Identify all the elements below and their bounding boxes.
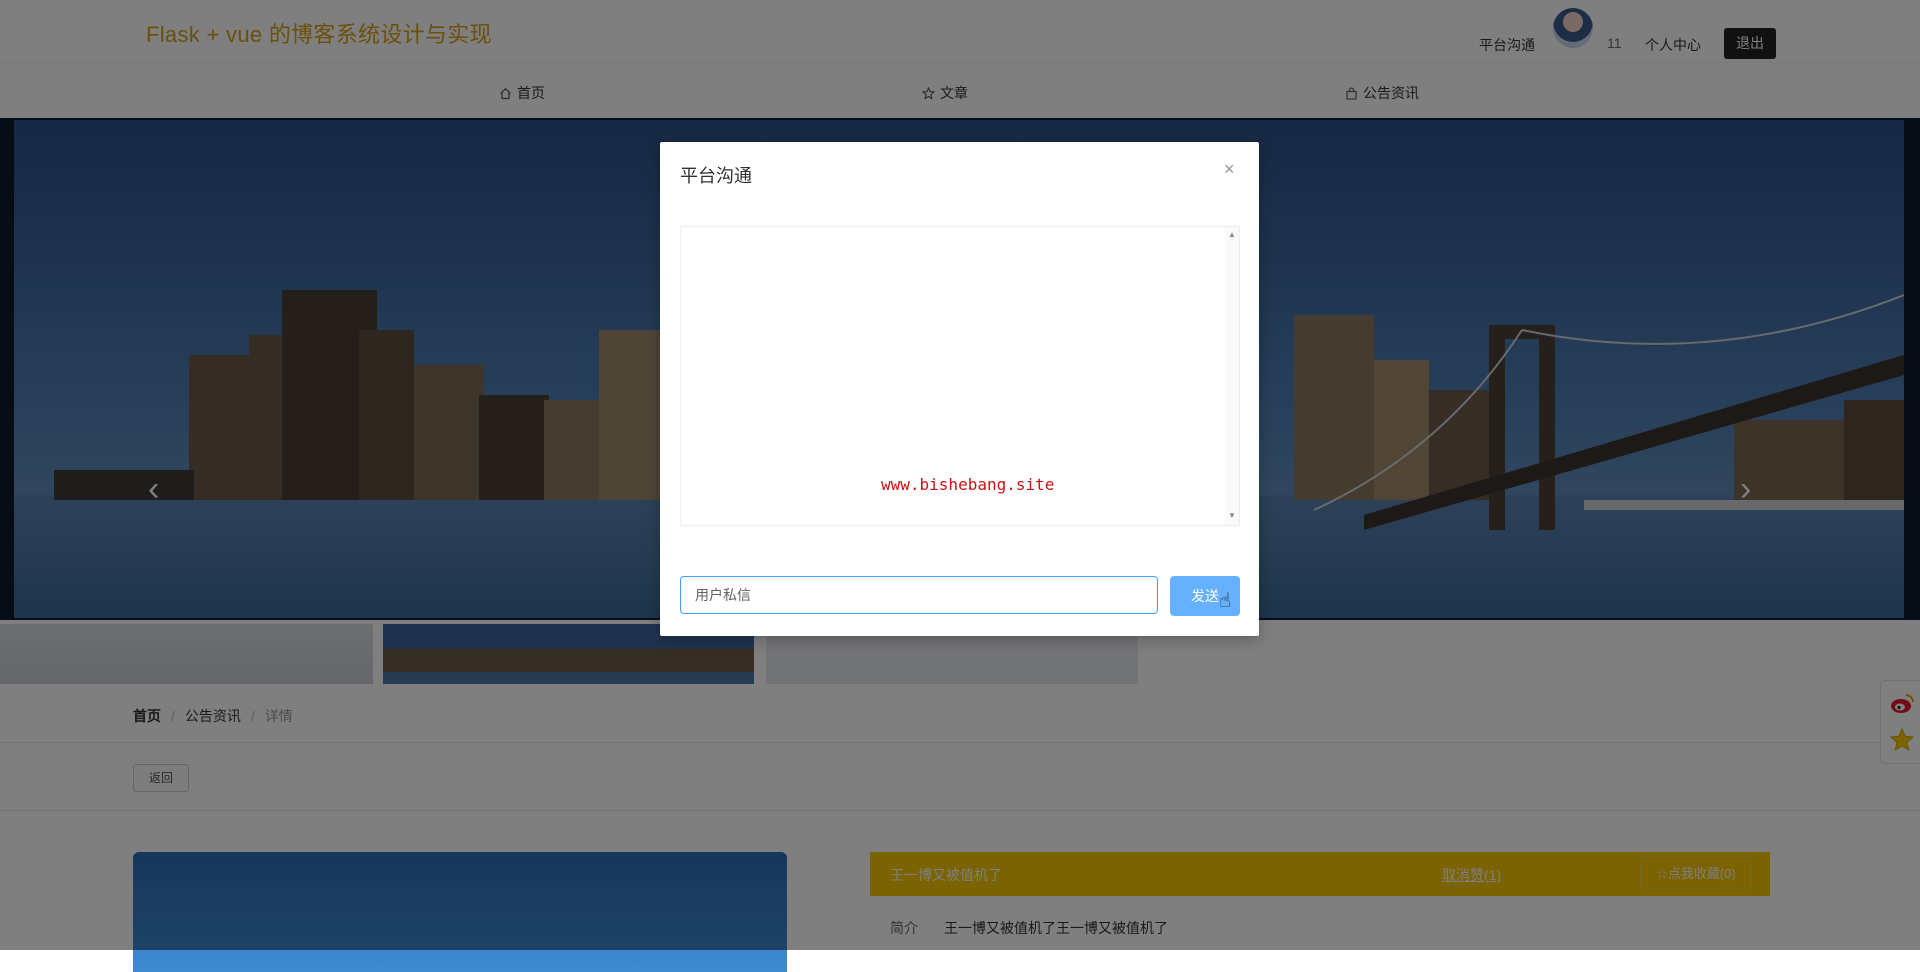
message-input[interactable] <box>680 576 1158 614</box>
watermark-text: www.bishebang.site <box>881 475 1055 494</box>
chat-dialog: 平台沟通 × www.bishebang.site ▲ ▼ 发送 ☝ <box>660 142 1259 636</box>
dialog-title: 平台沟通 <box>680 166 752 186</box>
send-button[interactable]: 发送 <box>1170 576 1240 616</box>
chat-scrollbar[interactable]: ▲ ▼ <box>1225 227 1239 525</box>
chat-message-area[interactable]: www.bishebang.site ▲ ▼ <box>680 226 1240 526</box>
scroll-up-icon[interactable]: ▲ <box>1228 230 1236 239</box>
close-icon[interactable]: × <box>1224 159 1235 180</box>
scroll-down-icon[interactable]: ▼ <box>1228 511 1236 520</box>
